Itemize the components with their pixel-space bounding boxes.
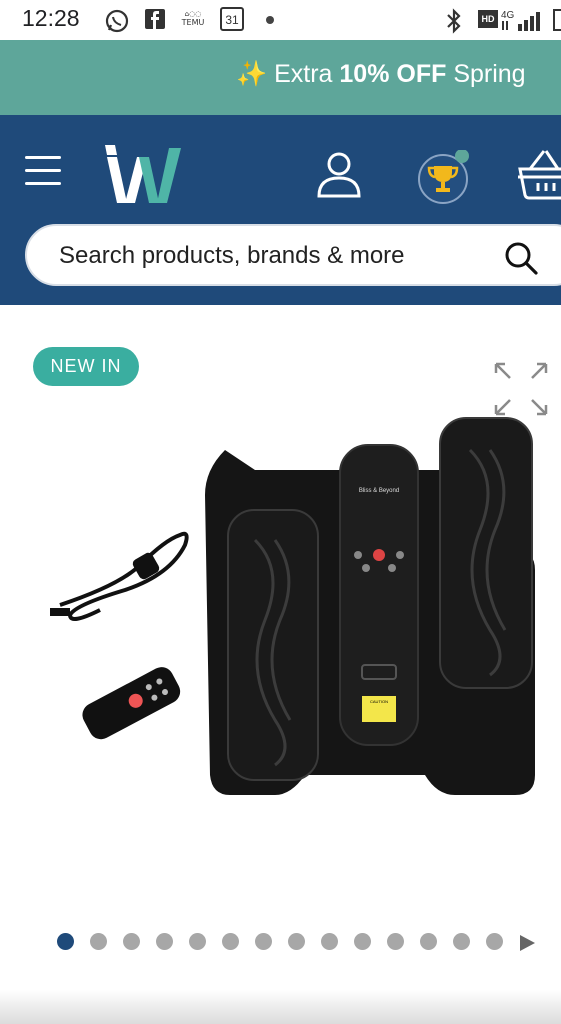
promo-banner[interactable]: ✨ Extra 10% OFF Spring bbox=[0, 40, 561, 115]
carousel-dot[interactable] bbox=[387, 933, 404, 950]
carousel-dot[interactable] bbox=[123, 933, 140, 950]
notification-dot-icon bbox=[266, 16, 274, 24]
hd-label: HD bbox=[481, 14, 495, 24]
promo-text-end: Spring bbox=[446, 60, 526, 88]
account-user-icon[interactable] bbox=[315, 150, 363, 198]
carousel-dot[interactable] bbox=[486, 933, 503, 950]
carousel-dot[interactable] bbox=[321, 933, 338, 950]
new-in-badge: NEW IN bbox=[33, 347, 139, 386]
sparkle-icon: ✨ bbox=[236, 60, 268, 88]
search-bar[interactable] bbox=[25, 224, 561, 286]
trophy-rewards-icon[interactable] bbox=[416, 150, 470, 204]
carousel-dot[interactable] bbox=[255, 933, 272, 950]
product-image-under-desk-elliptical[interactable]: Bliss & Beyond CAUTION bbox=[40, 400, 560, 820]
hamburger-menu-icon[interactable] bbox=[25, 156, 63, 186]
carousel-dot[interactable] bbox=[222, 933, 239, 950]
carousel-dot[interactable] bbox=[453, 933, 470, 950]
promo-text-bold: 10% OFF bbox=[339, 60, 447, 88]
status-time: 12:28 bbox=[22, 5, 80, 31]
carousel-dot[interactable] bbox=[90, 933, 107, 950]
carousel-dot[interactable] bbox=[57, 933, 74, 950]
calendar-icon: 31 bbox=[220, 7, 244, 31]
facebook-icon bbox=[145, 9, 165, 29]
promo-text-start: Extra bbox=[274, 60, 340, 88]
svg-text:4G: 4G bbox=[501, 10, 515, 21]
temu-icon: ⌂◌◌ TEMU bbox=[181, 10, 205, 27]
whatsapp-icon bbox=[105, 9, 129, 33]
carousel-dot[interactable] bbox=[189, 933, 206, 950]
search-input[interactable] bbox=[59, 242, 479, 270]
carousel-next-arrow-icon[interactable] bbox=[520, 935, 535, 951]
promo-text: ✨ Extra 10% OFF Spring bbox=[236, 60, 526, 89]
status-bar: 12:28 ⌂◌◌ TEMU 31 HD 4G bbox=[0, 0, 561, 40]
brand-label: Bliss & Beyond bbox=[359, 488, 399, 494]
carousel-dot[interactable] bbox=[288, 933, 305, 950]
signal-4g-icon: 4G bbox=[501, 10, 540, 31]
caution-label: CAUTION bbox=[370, 699, 388, 704]
temu-label: TEMU bbox=[181, 18, 205, 27]
search-icon[interactable] bbox=[503, 240, 539, 276]
shopping-basket-icon[interactable] bbox=[516, 147, 561, 201]
site-header: W bbox=[0, 115, 561, 305]
hd-icon: HD bbox=[478, 10, 498, 28]
bluetooth-icon bbox=[447, 8, 461, 34]
carousel-dot[interactable] bbox=[420, 933, 437, 950]
carousel-dot[interactable] bbox=[354, 933, 371, 950]
calendar-day: 31 bbox=[225, 13, 239, 27]
site-logo[interactable]: W bbox=[103, 145, 185, 205]
carousel-dot[interactable] bbox=[156, 933, 173, 950]
logo-text: W bbox=[103, 145, 104, 146]
bottom-edge-shadow bbox=[0, 990, 561, 1024]
battery-icon bbox=[553, 9, 561, 31]
